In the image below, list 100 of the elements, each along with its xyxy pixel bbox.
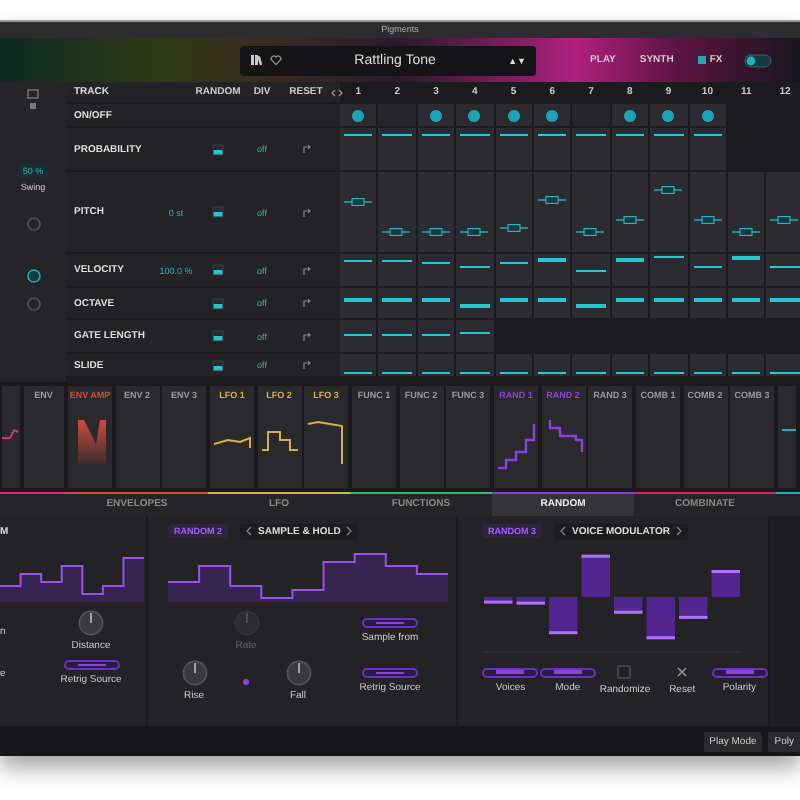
source-selector[interactable] (711, 667, 768, 677)
step-cell[interactable] (572, 254, 610, 286)
step-cell[interactable] (611, 288, 649, 318)
step-cell[interactable] (417, 320, 455, 352)
step-cell[interactable] (495, 354, 532, 376)
step-toggle[interactable] (495, 104, 532, 126)
step-cell[interactable] (495, 172, 532, 252)
random-amount-icon[interactable] (212, 330, 224, 342)
step-cell[interactable] (340, 288, 377, 318)
link-dot-icon[interactable] (242, 677, 250, 685)
step-cell[interactable] (378, 172, 416, 252)
step-cell[interactable] (417, 254, 455, 286)
pitch-marker[interactable] (537, 195, 566, 204)
knob[interactable] (78, 610, 104, 636)
step-cell[interactable] (533, 254, 571, 286)
pitch-marker[interactable] (770, 215, 799, 224)
random-amount-icon[interactable] (212, 264, 224, 276)
random-amount-icon[interactable] (212, 359, 224, 371)
pitch-marker[interactable] (344, 198, 372, 207)
step-cell[interactable] (766, 254, 800, 286)
pitch-marker[interactable] (499, 223, 528, 232)
pitch-marker[interactable] (460, 228, 489, 237)
reset-icon[interactable] (301, 265, 311, 275)
pitch-marker[interactable] (731, 228, 760, 237)
step-cell[interactable] (417, 128, 455, 170)
pitch-marker[interactable] (421, 228, 450, 237)
step-cell[interactable] (456, 354, 494, 376)
step-cell[interactable] (340, 172, 377, 252)
step-cell[interactable] (495, 288, 532, 318)
step-cell[interactable] (689, 354, 726, 376)
step-cell[interactable] (572, 288, 610, 318)
step-cell[interactable] (650, 128, 688, 170)
step-cell[interactable] (766, 354, 800, 376)
step-cell[interactable] (650, 288, 688, 318)
step-cell[interactable] (533, 172, 571, 252)
step-cell[interactable] (611, 172, 649, 252)
source-selector[interactable] (539, 667, 596, 677)
source-selector[interactable] (362, 618, 418, 628)
random-amount-icon[interactable] (212, 206, 224, 218)
step-cell[interactable] (766, 288, 800, 318)
reset-icon[interactable] (301, 360, 311, 370)
library-icon[interactable] (250, 54, 262, 66)
step-toggle[interactable] (417, 104, 455, 126)
source-selector[interactable] (482, 667, 539, 677)
step-cell[interactable] (727, 172, 765, 252)
step-cell[interactable] (727, 254, 765, 286)
switch-icon[interactable] (744, 53, 773, 67)
step-cell[interactable] (766, 172, 800, 252)
pitch-marker[interactable] (382, 227, 411, 236)
circle-icon[interactable] (25, 268, 41, 284)
step-cell[interactable] (456, 128, 494, 170)
step-cell[interactable] (340, 128, 377, 170)
reset-icon[interactable] (301, 298, 311, 308)
step-cell[interactable] (417, 354, 455, 376)
step-toggle[interactable] (611, 104, 649, 126)
step-cell[interactable] (533, 354, 571, 376)
knob[interactable] (285, 660, 311, 686)
step-cell[interactable] (689, 128, 726, 170)
step-cell[interactable] (378, 320, 416, 352)
step-cell[interactable] (378, 288, 416, 318)
step-cell[interactable] (378, 128, 416, 170)
source-selector[interactable] (63, 660, 119, 670)
step-cell[interactable] (533, 128, 571, 170)
reset-icon[interactable] (301, 331, 311, 341)
step-cell[interactable] (378, 354, 416, 376)
step-cell[interactable] (727, 354, 765, 376)
step-cell[interactable] (727, 288, 765, 318)
step-cell[interactable] (456, 172, 494, 252)
square-icon[interactable] (26, 100, 40, 112)
step-cell[interactable] (650, 172, 688, 252)
step-toggle[interactable] (340, 104, 377, 126)
step-cell[interactable] (417, 172, 455, 252)
step-toggle[interactable] (456, 104, 494, 126)
step-cell[interactable] (689, 288, 726, 318)
random-amount-icon[interactable] (212, 297, 224, 309)
pitch-marker[interactable] (693, 215, 722, 224)
step-toggle[interactable] (650, 104, 688, 126)
random-amount-icon[interactable] (212, 143, 224, 155)
step-cell[interactable] (456, 288, 494, 318)
step-cell[interactable] (572, 354, 610, 376)
reset-icon[interactable] (301, 207, 311, 217)
step-cell[interactable] (572, 128, 610, 170)
step-cell[interactable] (533, 288, 571, 318)
step-cell[interactable] (689, 254, 726, 286)
mod-source-tile[interactable] (2, 386, 20, 488)
step-cell[interactable] (650, 254, 688, 286)
step-cell[interactable] (572, 172, 610, 252)
grid-icon[interactable] (26, 88, 40, 100)
step-cell[interactable] (417, 288, 455, 318)
source-selector[interactable] (362, 668, 418, 678)
step-cell[interactable] (495, 254, 532, 286)
step-cell[interactable] (495, 128, 532, 170)
step-cell[interactable] (611, 354, 649, 376)
step-toggle[interactable] (533, 104, 571, 126)
knob[interactable] (181, 660, 207, 686)
reset-icon[interactable] (301, 144, 311, 154)
pitch-marker[interactable] (576, 228, 605, 237)
close-icon[interactable] (674, 664, 691, 680)
step-toggle[interactable] (689, 104, 726, 126)
step-cell[interactable] (650, 354, 688, 376)
